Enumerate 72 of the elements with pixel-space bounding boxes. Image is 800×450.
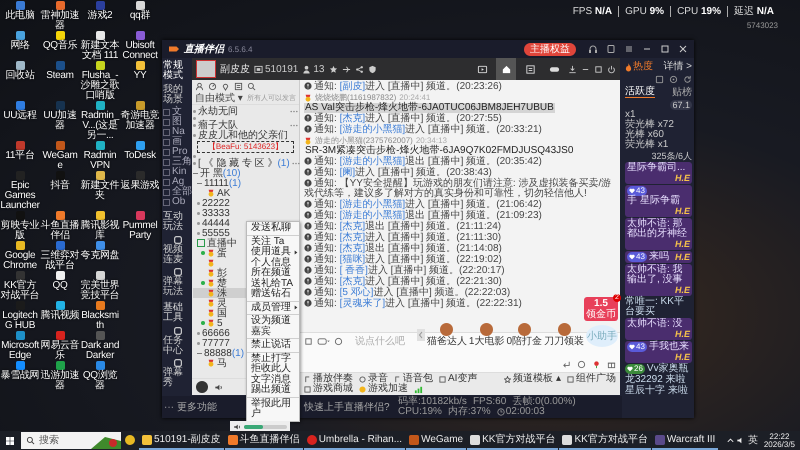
message-time: 20:24:41 xyxy=(399,93,430,102)
rank-badge: 43 xyxy=(627,342,647,352)
notice-message: 通知: [杰克]进入 [直播中] 频道。(20:27:55) xyxy=(304,114,616,124)
bubble-tag: H.E xyxy=(674,239,690,249)
sender-name: 游走的小黑猫(2375762007) xyxy=(315,136,413,145)
room-id: 510191 xyxy=(254,64,298,74)
stat-readout: GPU 9% xyxy=(619,6,672,17)
stream-stat: FPS:60 xyxy=(472,397,506,407)
message-text: SR-3M紧凑突击步枪-烽火地带-6JA9Q7K02FMDJUSQ43JS0 xyxy=(304,146,574,156)
bubble-tag: H.E xyxy=(674,206,690,216)
notice-message: 通知: [游走的小黑猫]退出 [直播中] 频道。(20:35:42) xyxy=(304,157,616,167)
section-title: 我的场景 xyxy=(163,83,184,106)
version-label: 6.5.6.4 xyxy=(228,44,252,54)
notice-message: 通知: [游走的小黑猫]退出 [直播中] 频道。(21:09:23) xyxy=(304,211,616,221)
notice-message: 通知: [杰克]退出 [直播中] 频道。(21:11:24) xyxy=(304,222,616,232)
chat-text: 星际争霸司... xyxy=(627,163,686,173)
rank-badge: 26 xyxy=(625,364,645,374)
chat-text: Vv家奥瓶 xyxy=(646,364,689,374)
score-chip: 67.1 xyxy=(670,100,692,110)
notice-message: 通知: [猫咪]进入 [直播中] 频道。(22:19:02) xyxy=(304,255,616,265)
notice-message: 通知: [5 邓心]进入 [直播中] 频道。(22:22:03) xyxy=(304,288,616,298)
gift-entry: 光棒 x60 xyxy=(625,130,665,140)
notice-message: 通知: [阑]进入 [直播中] 频道。(20:38:43) xyxy=(304,168,616,178)
stat-readout: 延迟 N/A xyxy=(732,6,775,17)
notice-message: 通知: [杰克]进入 [直播中] 频道。(22:21:30) xyxy=(304,277,616,287)
bubble-tag: H.E xyxy=(674,329,690,339)
notice-message: 通知: [副皮]进入 [直播中] 频道。(20:23:26) xyxy=(304,82,616,92)
app-title: 直播伴侣 xyxy=(184,44,224,54)
stream-stat: CPU:19% xyxy=(398,407,442,417)
chat-text: 手 星际争霸 xyxy=(627,196,680,206)
stat-readout: CPU 19% xyxy=(671,6,728,17)
user-count: 13 xyxy=(302,64,324,74)
gift-entry: 荧光棒 x1 xyxy=(625,140,670,150)
bubble-tag: H.E xyxy=(674,173,690,183)
gift-entry: 荧光棒 x72 xyxy=(625,120,675,130)
rank-badge: 43 xyxy=(627,252,647,262)
channel-name: 副皮皮 xyxy=(220,64,250,74)
stream-stat: 丢帧:0(0.00%) xyxy=(512,397,576,407)
chat-text: 输出了, 没事 xyxy=(627,275,683,285)
chat-text: 都出的牙神经 xyxy=(627,229,687,239)
notice-message: 通知: [杰克]进入 [直播中] 频道。(21:11:30) xyxy=(304,233,616,243)
gift-entry: x1 xyxy=(625,110,636,120)
stream-stat: 内存:37% xyxy=(448,407,491,417)
bubble-tag: H.E xyxy=(674,252,690,262)
bubble-tag: H.E xyxy=(674,352,690,362)
stream-stat: 码率:10182kb/s xyxy=(398,397,467,407)
rank-badge: 43 xyxy=(627,186,647,196)
chat-text: 常唯一: KK平台要买 xyxy=(625,297,685,317)
stat-readout: FPS N/A xyxy=(566,6,620,17)
bubble-tag: H.E xyxy=(674,285,690,295)
chat-text: 龙32292 来啦 xyxy=(625,375,686,385)
chat-text: 星辰十字 来啦 xyxy=(625,386,688,396)
notice-message: 通知: 【YY安全提醒】玩游戏的朋友们请注意: 涉及虚拟装备买卖/游戏代练等，建议多了解对方的真实身份和可靠性，切勿轻信他人! xyxy=(304,179,612,199)
section-title: 互动玩法 xyxy=(163,210,184,234)
message-time: 20:34:13 xyxy=(416,136,447,145)
notice-message: 通知: [ 香香]进入 [直播中] 频道。(22:20:17) xyxy=(304,266,616,276)
section-title: 基础工具 xyxy=(163,301,184,325)
message-count: 325条/6人 xyxy=(650,151,692,161)
overlay-code: 5743023 xyxy=(746,20,778,31)
heat-label: 热度 xyxy=(625,62,653,72)
chat-text: 来吗 xyxy=(648,252,669,262)
chat-text: 太帅不语: 没 xyxy=(627,319,683,329)
chat-text: 手我也来 xyxy=(648,342,689,352)
chat-text: 太帅不语: 那 xyxy=(627,219,683,229)
stream-timer: 02:00:03 xyxy=(496,407,545,417)
message-text: AS Val突击步枪-烽火地带-6JA0TUC06JBM8JEH7UBUB xyxy=(304,103,555,113)
sender-name: 烧烧烧鹏(1161987832) xyxy=(315,93,396,102)
chat-text: 太帅不语: 我 xyxy=(627,265,683,275)
channel-banner: 【BeaFu: 5143623】 xyxy=(197,141,294,153)
notice-message: 通知: [游走的小黑猫]进入 [直播中] 频道。(21:06:42) xyxy=(304,200,616,210)
notice-message: 通知: [游走的小黑猫]进入 [直播中] 频道。(20:33:21) xyxy=(304,125,616,135)
notice-message: 通知: [杰克]退出 [直播中] 频道。(21:14:08) xyxy=(304,244,616,254)
